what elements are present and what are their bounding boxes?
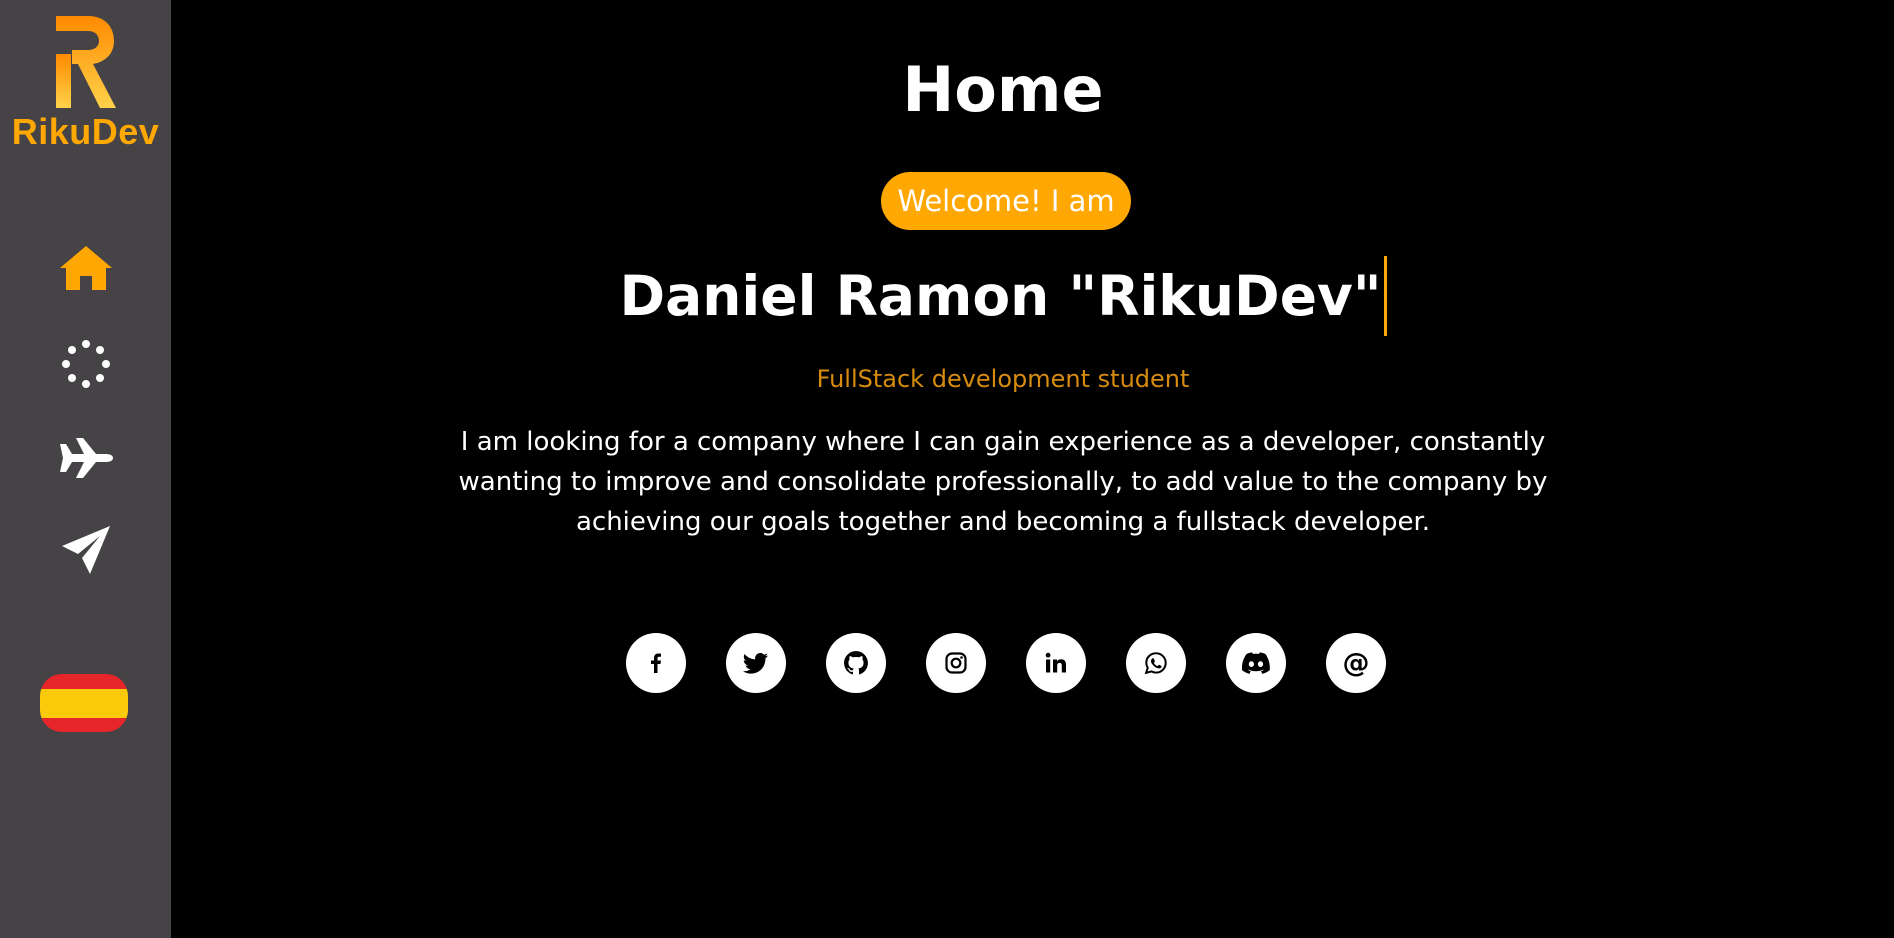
sidebar-item-loading[interactable] (0, 332, 171, 396)
role-subtitle: FullStack development student (816, 365, 1190, 393)
spain-flag-language-toggle[interactable] (40, 674, 128, 732)
instagram-icon (945, 652, 967, 674)
main-content: Home Welcome! I am Daniel Ramon "RikuDev… (171, 0, 1835, 938)
instagram-link[interactable] (926, 633, 986, 693)
twitter-icon (743, 653, 768, 674)
email-link[interactable]: @ (1326, 633, 1386, 693)
sidebar-item-experience[interactable] (0, 426, 171, 490)
twitter-link[interactable] (726, 633, 786, 693)
home-icon (59, 246, 112, 290)
logo-r-icon (55, 16, 116, 108)
sidebar-item-contact[interactable] (0, 518, 171, 582)
flag-stripe-middle (40, 688, 128, 718)
about-description: I am looking for a company where I can g… (458, 427, 1548, 537)
github-icon (844, 651, 868, 675)
spinner-icon (61, 340, 110, 388)
brand-logo[interactable]: RikuDev (0, 14, 171, 152)
paper-plane-icon (61, 526, 110, 574)
whatsapp-icon (1144, 652, 1167, 675)
logo-text: RikuDev (11, 111, 160, 152)
linkedin-link[interactable] (1026, 633, 1086, 693)
flag-stripe-top (40, 674, 128, 689)
flag-stripe-bottom (40, 717, 128, 732)
email-at-icon: @ (1342, 647, 1370, 679)
sidebar-item-home[interactable] (0, 236, 171, 300)
developer-name: Daniel Ramon "RikuDev" (620, 256, 1387, 336)
sidebar: RikuDev (0, 0, 171, 938)
page-title: Home (902, 53, 1104, 126)
whatsapp-link[interactable] (1126, 633, 1186, 693)
airplane-icon (59, 438, 113, 478)
name-row: Daniel Ramon "RikuDev" (171, 256, 1835, 336)
github-link[interactable] (826, 633, 886, 693)
welcome-badge: Welcome! I am (881, 172, 1131, 230)
discord-link[interactable] (1226, 633, 1286, 693)
facebook-link[interactable] (626, 633, 686, 693)
discord-icon (1242, 652, 1270, 674)
facebook-icon (651, 653, 661, 673)
linkedin-icon (1045, 652, 1066, 673)
